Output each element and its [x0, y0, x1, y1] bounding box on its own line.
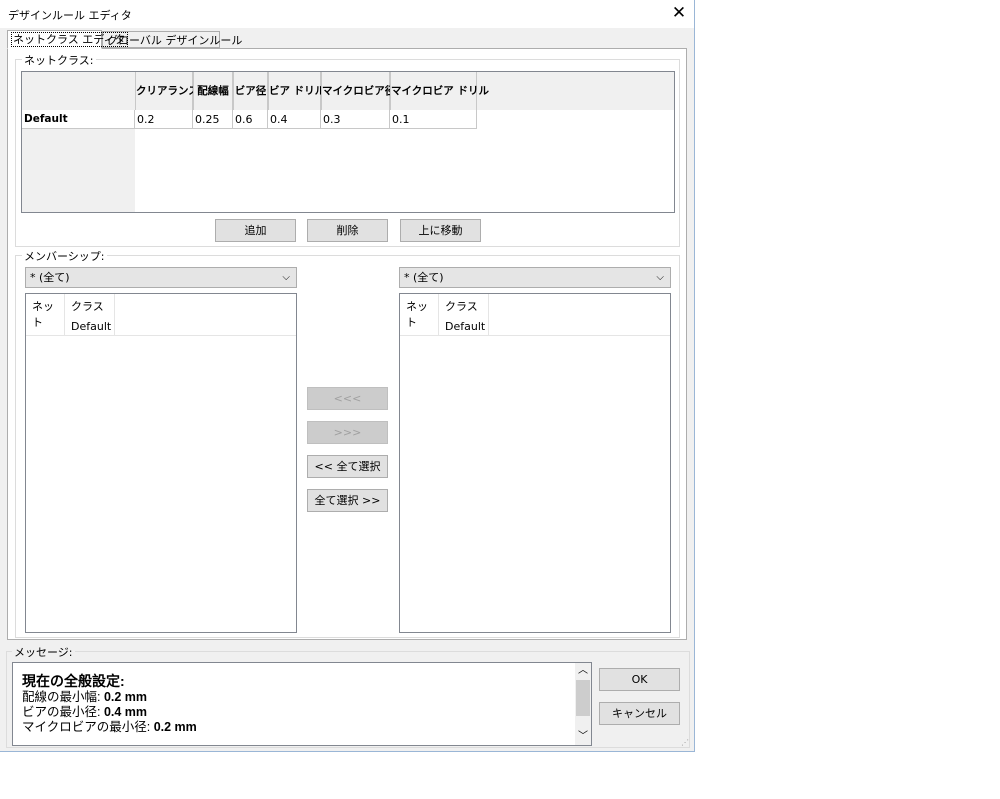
select-all-left-button[interactable]: << 全て選択 — [307, 455, 388, 478]
delete-button[interactable]: 削除 — [307, 219, 388, 242]
chevron-down-icon: ⌵ — [656, 272, 664, 283]
net-header-label: ネット — [32, 300, 54, 329]
left-list-header-fill — [115, 294, 296, 336]
message-line-min-track: 配線の最小幅: 0.2 mm — [22, 690, 148, 704]
move-left-button[interactable]: <<< — [307, 387, 388, 410]
select-all-right-button[interactable]: 全て選択 >> — [307, 489, 388, 512]
title-bar: デザインルール エディタ ✕ — [0, 0, 694, 28]
row-header-default[interactable]: Default — [22, 110, 135, 129]
tab-label: ネットクラス エディタ — [11, 32, 128, 47]
left-filter-value: * (全て) — [30, 271, 70, 284]
class-header-default: Default — [445, 320, 486, 333]
tab-label: グローバル デザインルール — [107, 34, 243, 47]
resize-grip-icon[interactable]: ⋰ — [681, 738, 691, 748]
right-list-net-header[interactable]: ネット — [400, 294, 439, 336]
right-list-class-header[interactable]: クラス Default — [439, 294, 489, 336]
netclass-grid[interactable]: クリアランス 配線幅 ビア径 ビア ドリル マイクロビア径 マイクロビア ドリル… — [21, 71, 675, 213]
column-header-microvia-drill[interactable]: マイクロビア ドリル — [390, 72, 489, 110]
cell-clearance[interactable]: 0.2 — [135, 110, 193, 129]
column-header-clearance[interactable]: クリアランス — [135, 72, 199, 110]
column-header-microvia-diameter[interactable]: マイクロビア径 — [321, 72, 395, 110]
left-netclass-filter[interactable]: * (全て) ⌵ — [25, 267, 297, 288]
net-header-label: ネット — [406, 300, 428, 329]
design-rules-editor-window: デザインルール エディタ ✕ ネットクラス エディタ グローバル デザインルール… — [0, 0, 695, 752]
class-header-label: クラス — [71, 300, 104, 313]
chevron-down-icon: ⌵ — [282, 272, 290, 283]
tab-netclass-editor[interactable]: ネットクラス エディタ — [7, 30, 128, 49]
ok-button[interactable]: OK — [599, 668, 680, 691]
right-filter-value: * (全て) — [404, 271, 444, 284]
class-header-default: Default — [71, 320, 112, 333]
left-list-class-header[interactable]: クラス Default — [65, 294, 115, 336]
cell-via-diameter[interactable]: 0.6 — [233, 110, 268, 129]
messages-textbox[interactable]: 現在の全般設定: 配線の最小幅: 0.2 mm ビアの最小径: 0.4 mm マ… — [12, 662, 592, 746]
class-header-label: クラス — [445, 300, 478, 313]
move-right-button[interactable]: >>> — [307, 421, 388, 444]
right-net-list[interactable]: ネット クラス Default — [399, 293, 671, 633]
grid-header-fill — [477, 72, 674, 110]
cancel-button[interactable]: キャンセル — [599, 702, 680, 725]
cell-via-drill[interactable]: 0.4 — [268, 110, 321, 129]
messages-group-label: メッセージ: — [12, 644, 75, 660]
message-line-min-via: ビアの最小径: 0.4 mm — [22, 705, 148, 719]
scroll-down-icon[interactable]: ﹀ — [575, 729, 591, 745]
grid-rowheader-fill — [22, 129, 135, 212]
membership-group-label: メンバーシップ: — [22, 248, 107, 264]
cell-microvia-diameter[interactable]: 0.3 — [321, 110, 390, 129]
close-icon[interactable]: ✕ — [664, 0, 694, 28]
messages-heading: 現在の全般設定: — [22, 673, 125, 689]
column-header-track-width[interactable]: 配線幅 — [193, 72, 233, 110]
column-header-via-drill[interactable]: ビア ドリル — [268, 72, 325, 110]
messages-scrollbar[interactable]: ︿ ﹀ — [575, 663, 591, 745]
add-button[interactable]: 追加 — [215, 219, 296, 242]
window-title: デザインルール エディタ — [8, 9, 132, 22]
left-list-net-header[interactable]: ネット — [26, 294, 65, 336]
right-netclass-filter[interactable]: * (全て) ⌵ — [399, 267, 671, 288]
scroll-thumb[interactable] — [576, 680, 590, 716]
move-up-button[interactable]: 上に移動 — [400, 219, 481, 242]
message-line-min-microvia: マイクロビアの最小径: 0.2 mm — [22, 720, 197, 734]
messages-text: 現在の全般設定: 配線の最小幅: 0.2 mm ビアの最小径: 0.4 mm マ… — [22, 673, 197, 735]
left-net-list[interactable]: ネット クラス Default — [25, 293, 297, 633]
cell-track-width[interactable]: 0.25 — [193, 110, 233, 129]
cell-microvia-drill[interactable]: 0.1 — [390, 110, 477, 129]
column-header-via-diameter[interactable]: ビア径 — [233, 72, 268, 110]
scroll-up-icon[interactable]: ︿ — [575, 663, 591, 679]
netclasses-group-label: ネットクラス: — [22, 52, 96, 68]
grid-corner — [22, 72, 135, 110]
right-list-header-fill — [489, 294, 670, 336]
